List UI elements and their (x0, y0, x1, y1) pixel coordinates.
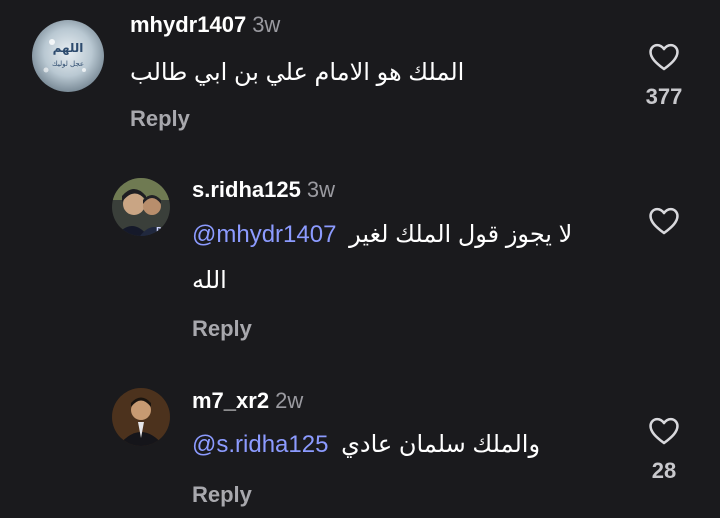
username-text[interactable]: mhydr1407 (130, 12, 246, 37)
reply-button[interactable]: Reply (130, 106, 190, 132)
heart-outline-icon[interactable] (646, 204, 682, 238)
comment-text-continued: الله (192, 267, 227, 294)
heart-outline-icon[interactable] (646, 40, 682, 74)
svg-text:R: R (156, 226, 162, 235)
reply-button[interactable]: Reply (192, 482, 252, 508)
comment-text-part: لا يجوز قول الملك لغير (349, 221, 573, 248)
comment-text: @mhydr1407 لا يجوز قول الملك لغير (192, 220, 572, 249)
comments-thread: اللهم عجل لوليك mhydr1407 3w الملك هو الا… (0, 0, 720, 518)
like-button[interactable] (642, 414, 686, 448)
like-button[interactable] (642, 204, 686, 238)
username[interactable]: m7_xr2 2w (192, 388, 303, 414)
avatar[interactable]: R (112, 178, 170, 236)
username[interactable]: mhydr1407 3w (130, 12, 280, 38)
like-button[interactable] (642, 40, 686, 74)
reply-button[interactable]: Reply (192, 316, 252, 342)
reply-item: R s.ridha125 3w @mhydr1407 لا يجوز قول ال… (0, 160, 720, 360)
heart-outline-icon[interactable] (646, 414, 682, 448)
comment-age: 3w (306, 177, 335, 202)
avatar[interactable]: اللهم عجل لوليك (32, 20, 104, 92)
username-text[interactable]: s.ridha125 (192, 177, 301, 202)
comment-item: اللهم عجل لوليك mhydr1407 3w الملك هو الا… (0, 0, 720, 150)
comment-text: الملك هو الامام علي بن ابي طالب (130, 59, 465, 86)
like-count: 28 (651, 458, 677, 483)
comment-age: 3w (252, 12, 281, 37)
avatar-text: عجل لوليك (52, 60, 84, 68)
username-text[interactable]: m7_xr2 (192, 388, 269, 413)
mention-link[interactable]: @s.ridha125 (192, 431, 328, 458)
avatar-text: اللهم (53, 41, 84, 55)
comment-text: @s.ridha125 والملك سلمان عادي (192, 430, 540, 459)
comment-text-part: والملك سلمان عادي (341, 431, 541, 458)
like-count: 377 (645, 84, 683, 109)
avatar[interactable] (112, 388, 170, 446)
mention-link[interactable]: @mhydr1407 (192, 221, 336, 248)
reply-item: m7_xr2 2w @s.ridha125 والملك سلمان عادي R… (0, 372, 720, 518)
username[interactable]: s.ridha125 3w (192, 177, 335, 203)
comment-age: 2w (275, 388, 304, 413)
